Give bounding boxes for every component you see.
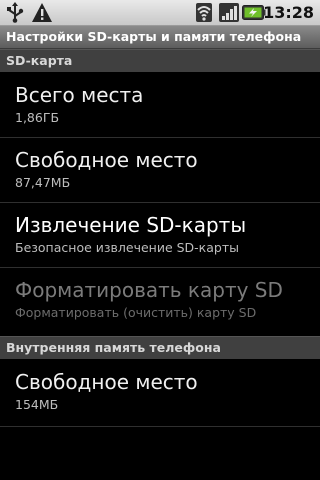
page-title: Настройки SD-карты и памяти телефона	[6, 29, 302, 44]
title-bar: Настройки SD-карты и памяти телефона	[0, 26, 320, 49]
pref-item-title: Форматировать карту SD	[15, 278, 283, 302]
status-bar[interactable]: 13:28	[0, 0, 320, 26]
section-header-sd-card: SD-карта	[0, 49, 320, 72]
pref-item-summary: Форматировать (очистить) карту SD	[15, 305, 257, 320]
section-header-label: SD-карта	[6, 53, 73, 68]
warning-icon	[32, 3, 52, 22]
pref-item-total-space[interactable]: Всего места 1,86ГБ	[0, 73, 320, 137]
usb-icon	[7, 2, 24, 23]
pref-item-free-space-sd[interactable]: Свободное место 87,47МБ	[0, 138, 320, 202]
wifi-icon	[196, 3, 212, 22]
pref-item-summary: 1,86ГБ	[15, 110, 60, 125]
pref-item-free-space-internal[interactable]: Свободное место 154МБ	[0, 360, 320, 424]
divider	[0, 426, 320, 427]
signal-icon	[219, 3, 239, 22]
pref-item-title: Извлечение SD-карты	[15, 213, 247, 237]
section-header-label: Внутренняя память телефона	[6, 340, 221, 355]
status-time: 13:28	[263, 3, 314, 22]
pref-item-unmount-sd[interactable]: Извлечение SD-карты Безопасное извлечени…	[0, 203, 320, 267]
pref-item-title: Свободное место	[15, 148, 198, 172]
pref-item-title: Всего места	[15, 83, 144, 107]
pref-item-format-sd: Форматировать карту SD Форматировать (оч…	[0, 268, 320, 332]
section-header-internal-storage: Внутренняя память телефона	[0, 336, 320, 359]
pref-item-summary: 87,47МБ	[15, 175, 71, 190]
pref-item-title: Свободное место	[15, 370, 198, 394]
pref-item-summary: Безопасное извлечение SD-карты	[15, 240, 239, 255]
pref-item-summary: 154МБ	[15, 397, 59, 412]
